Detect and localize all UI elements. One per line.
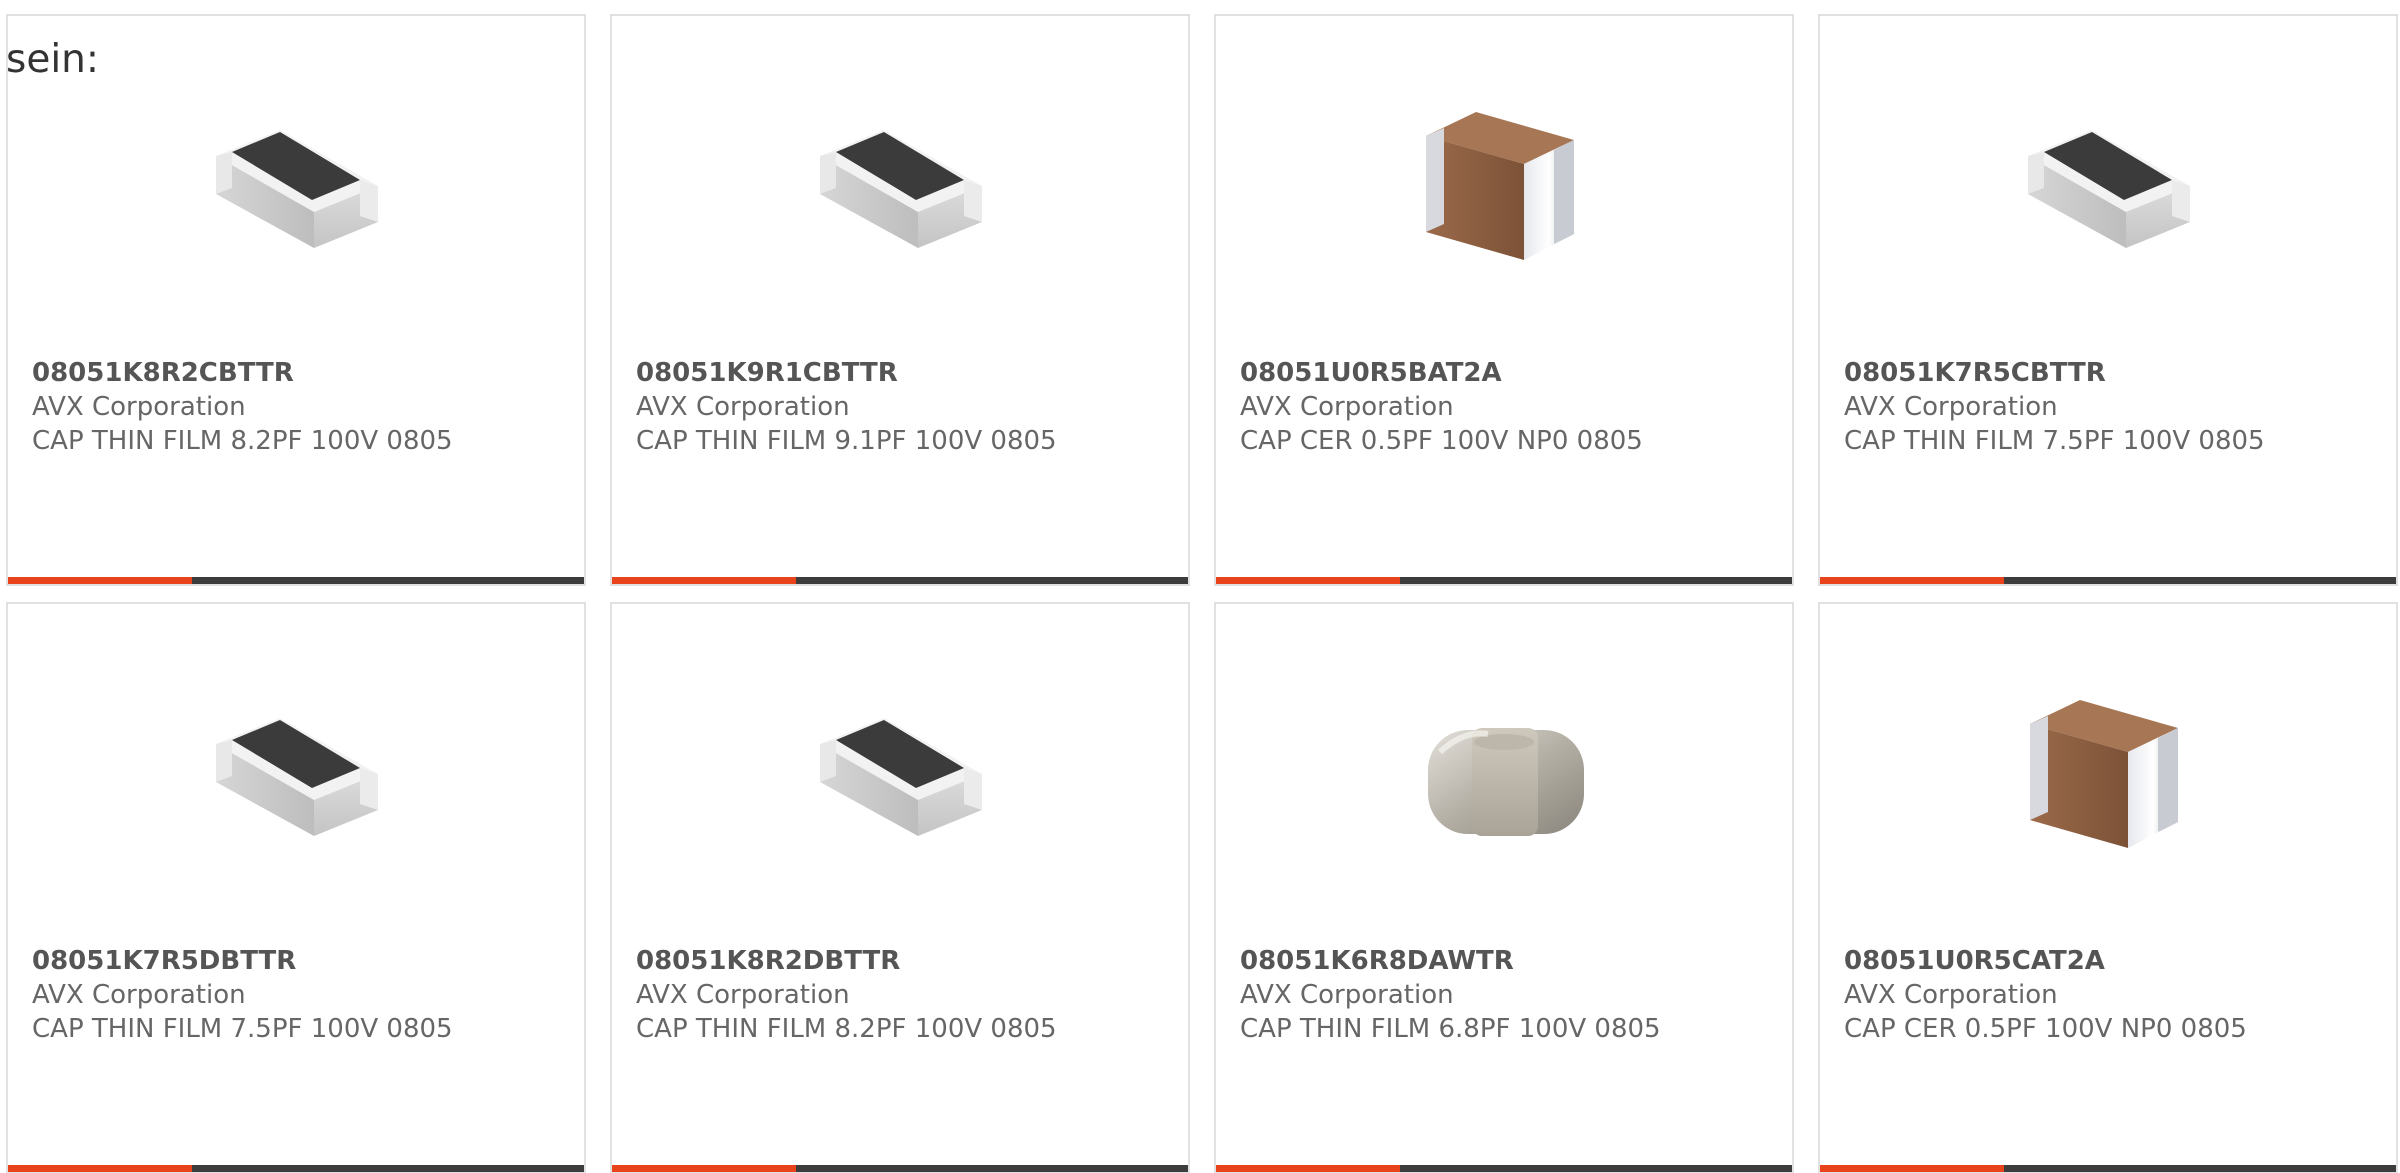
product-listing-page: sein: 08051K8R2CBTTR AVX Corporation CAP… xyxy=(0,0,2400,1173)
product-card[interactable]: 08051K8R2DBTTR AVX Corporation CAP THIN … xyxy=(610,602,1190,1173)
product-image[interactable] xyxy=(2008,84,2208,284)
thin-film-capacitor-icon xyxy=(216,718,378,836)
ceramic-capacitor-icon xyxy=(1426,112,1574,260)
product-description: CAP CER 0.5PF 100V NP0 0805 xyxy=(1844,1014,2247,1044)
part-number[interactable]: 08051K8R2DBTTR xyxy=(636,944,1172,978)
manufacturer-name: AVX Corporation xyxy=(636,392,850,422)
part-number[interactable]: 08051K9R1CBTTR xyxy=(636,356,1172,390)
product-description: CAP THIN FILM 9.1PF 100V 0805 xyxy=(636,426,1057,456)
card-accent-bar xyxy=(8,1165,192,1172)
part-number[interactable]: 08051K7R5DBTTR xyxy=(32,944,568,978)
ceramic-capacitor-icon xyxy=(2030,700,2178,848)
card-bottom-bar xyxy=(8,577,584,584)
card-bottom-bar xyxy=(612,577,1188,584)
product-description: CAP THIN FILM 8.2PF 100V 0805 xyxy=(32,426,453,456)
manufacturer-name: AVX Corporation xyxy=(1844,392,2058,422)
product-image[interactable] xyxy=(800,672,1000,872)
product-grid: 08051K8R2CBTTR AVX Corporation CAP THIN … xyxy=(6,14,2398,1173)
manufacturer-name: AVX Corporation xyxy=(1844,980,2058,1010)
card-accent-bar xyxy=(8,577,192,584)
product-image[interactable] xyxy=(196,84,396,284)
part-number[interactable]: 08051U0R5BAT2A xyxy=(1240,356,1776,390)
product-card[interactable]: 08051U0R5CAT2A AVX Corporation CAP CER 0… xyxy=(1818,602,2398,1173)
manufacturer-name: AVX Corporation xyxy=(1240,392,1454,422)
product-description: CAP THIN FILM 7.5PF 100V 0805 xyxy=(1844,426,2265,456)
product-card[interactable]: 08051U0R5BAT2A AVX Corporation CAP CER 0… xyxy=(1214,14,1794,586)
product-image[interactable] xyxy=(1404,672,1604,872)
product-card[interactable]: 08051K9R1CBTTR AVX Corporation CAP THIN … xyxy=(610,14,1190,586)
card-bottom-bar xyxy=(1216,1165,1792,1172)
product-image[interactable] xyxy=(2008,672,2208,872)
product-description: CAP THIN FILM 8.2PF 100V 0805 xyxy=(636,1014,1057,1044)
manufacturer-name: AVX Corporation xyxy=(636,980,850,1010)
thin-film-capacitor-icon xyxy=(216,130,378,248)
manufacturer-name: AVX Corporation xyxy=(1240,980,1454,1010)
card-accent-bar xyxy=(1820,577,2004,584)
thin-film-capacitor-icon xyxy=(820,718,982,836)
card-bottom-bar xyxy=(1820,1165,2396,1172)
card-bottom-bar xyxy=(8,1165,584,1172)
card-bottom-bar xyxy=(1820,577,2396,584)
product-card[interactable]: 08051K6R8DAWTR AVX Corporation CAP THIN … xyxy=(1214,602,1794,1173)
card-bottom-bar xyxy=(1216,577,1792,584)
card-bottom-bar xyxy=(612,1165,1188,1172)
product-description: CAP THIN FILM 7.5PF 100V 0805 xyxy=(32,1014,453,1044)
card-accent-bar xyxy=(1216,577,1400,584)
part-number[interactable]: 08051K8R2CBTTR xyxy=(32,356,568,390)
product-card[interactable]: 08051K7R5DBTTR AVX Corporation CAP THIN … xyxy=(6,602,586,1173)
metal-chip-capacitor-icon xyxy=(1428,728,1584,836)
product-image[interactable] xyxy=(800,84,1000,284)
card-accent-bar xyxy=(1820,1165,2004,1172)
manufacturer-name: AVX Corporation xyxy=(32,392,246,422)
card-accent-bar xyxy=(612,577,796,584)
manufacturer-name: AVX Corporation xyxy=(32,980,246,1010)
part-number[interactable]: 08051K7R5CBTTR xyxy=(1844,356,2380,390)
product-description: CAP CER 0.5PF 100V NP0 0805 xyxy=(1240,426,1643,456)
product-image[interactable] xyxy=(1404,84,1604,284)
part-number[interactable]: 08051U0R5CAT2A xyxy=(1844,944,2380,978)
intro-text: sein: xyxy=(6,37,100,82)
thin-film-capacitor-icon xyxy=(820,130,982,248)
thin-film-capacitor-icon xyxy=(2028,130,2190,248)
product-description: CAP THIN FILM 6.8PF 100V 0805 xyxy=(1240,1014,1661,1044)
card-accent-bar xyxy=(612,1165,796,1172)
part-number[interactable]: 08051K6R8DAWTR xyxy=(1240,944,1776,978)
product-card[interactable]: 08051K7R5CBTTR AVX Corporation CAP THIN … xyxy=(1818,14,2398,586)
card-accent-bar xyxy=(1216,1165,1400,1172)
product-image[interactable] xyxy=(196,672,396,872)
product-card[interactable]: 08051K8R2CBTTR AVX Corporation CAP THIN … xyxy=(6,14,586,586)
